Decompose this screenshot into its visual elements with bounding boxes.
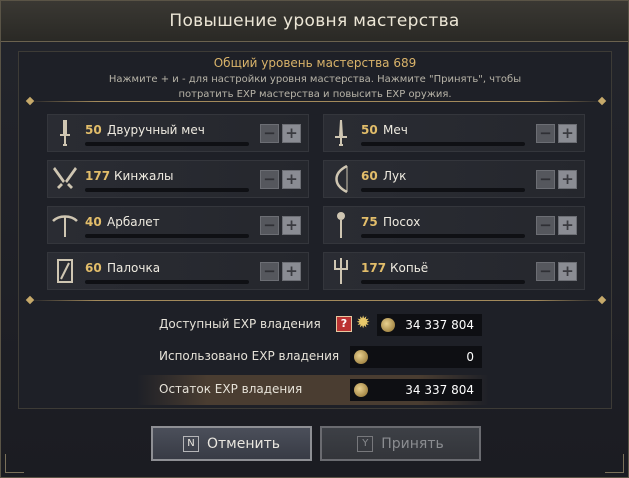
weapon-level: 177	[85, 169, 111, 183]
daggers-icon	[51, 165, 79, 193]
coin-icon	[381, 318, 395, 332]
weapon-exp-bar	[361, 234, 525, 238]
used-exp-label: Использовано EXP владения	[159, 349, 340, 363]
weapon-row-spear: 177 Копьё − +	[323, 252, 585, 290]
increase-button[interactable]: +	[282, 124, 301, 143]
wand-icon	[51, 257, 79, 285]
weapon-row-wand: 60 Палочка − +	[47, 252, 309, 290]
increase-button[interactable]: +	[282, 170, 301, 189]
help-button[interactable]: ?	[336, 316, 352, 332]
weapon-level: 50	[85, 123, 102, 137]
title-bar[interactable]: Повышение уровня мастерства	[1, 1, 628, 42]
weapon-exp-bar	[85, 142, 249, 146]
mastery-panel: Общий уровень мастерства 689 Нажмите + и…	[18, 51, 612, 409]
sword-icon	[327, 119, 355, 147]
weapon-row-bow: 60 Лук − +	[323, 160, 585, 198]
remaining-exp-value: 34 337 804	[405, 383, 474, 397]
increase-button[interactable]: +	[558, 124, 577, 143]
top-divider	[27, 101, 605, 102]
available-exp-label: Доступный EXP владения	[159, 317, 321, 331]
weapon-name: Меч	[383, 123, 408, 137]
decrease-button[interactable]: −	[536, 124, 555, 143]
remaining-exp-label: Остаток EXP владения	[159, 382, 303, 396]
accept-label: Принять	[381, 435, 444, 452]
increase-button[interactable]: +	[282, 262, 301, 281]
weapon-exp-bar	[85, 280, 249, 284]
weapon-exp-bar	[361, 280, 525, 284]
weapon-exp-bar	[85, 234, 249, 238]
weapon-name: Кинжалы	[114, 169, 174, 183]
bow-icon	[327, 165, 355, 193]
decrease-button[interactable]: −	[260, 262, 279, 281]
coin-icon	[354, 383, 368, 397]
decrease-button[interactable]: −	[536, 216, 555, 235]
weapon-level: 75	[361, 215, 378, 229]
crossbow-icon	[51, 211, 79, 239]
cancel-hotkey: N	[182, 435, 199, 452]
weapon-exp-bar	[85, 188, 249, 192]
coin-icon	[354, 350, 368, 364]
weapon-level: 60	[85, 261, 102, 275]
weapon-name: Лук	[383, 169, 407, 183]
available-exp-row: Доступный EXP владения ? ✹ 34 337 804	[137, 310, 489, 340]
increase-button[interactable]: +	[558, 216, 577, 235]
weapon-row-greatsword: 50 Двуручный меч − +	[47, 114, 309, 152]
cancel-label: Отменить	[206, 435, 280, 452]
weapon-row-staff: 75 Посох − +	[323, 206, 585, 244]
weapon-name: Копьё	[390, 261, 429, 275]
frame-corner	[605, 454, 624, 473]
increase-button[interactable]: +	[558, 262, 577, 281]
sun-icon: ✹	[356, 313, 371, 333]
weapon-row-crossbow: 40 Арбалет − +	[47, 206, 309, 244]
spear-icon	[327, 257, 355, 285]
accept-button[interactable]: Y Принять	[320, 426, 481, 461]
available-exp-box: 34 337 804	[377, 314, 482, 336]
weapon-level: 60	[361, 169, 378, 183]
increase-button[interactable]: +	[558, 170, 577, 189]
mastery-window: Повышение уровня мастерства Общий уровен…	[0, 0, 629, 478]
weapon-row-sword: 50 Меч − +	[323, 114, 585, 152]
decrease-button[interactable]: −	[260, 170, 279, 189]
remaining-exp-box: 34 337 804	[350, 379, 482, 401]
staff-icon	[327, 211, 355, 239]
decrease-button[interactable]: −	[536, 170, 555, 189]
window-title: Повышение уровня мастерства	[169, 11, 460, 31]
weapon-name: Посох	[383, 215, 421, 229]
used-exp-box: 0	[350, 346, 482, 368]
decrease-button[interactable]: −	[260, 124, 279, 143]
frame-corner	[5, 454, 24, 473]
weapon-level: 50	[361, 123, 378, 137]
weapon-row-daggers: 177 Кинжалы − +	[47, 160, 309, 198]
weapon-level: 177	[361, 261, 387, 275]
bottom-divider	[27, 300, 605, 301]
remaining-exp-row: Остаток EXP владения 34 337 804	[137, 375, 489, 405]
weapon-exp-bar	[361, 142, 525, 146]
increase-button[interactable]: +	[282, 216, 301, 235]
accept-hotkey: Y	[357, 435, 374, 452]
cancel-button[interactable]: N Отменить	[151, 426, 312, 461]
instruction-line-2: потратить EXP мастерства и повысить EXP …	[178, 89, 452, 100]
total-mastery-label: Общий уровень мастерства 689	[213, 56, 417, 70]
used-exp-value: 0	[466, 350, 474, 364]
weapon-level: 40	[85, 215, 102, 229]
instruction-line-1: Нажмите + и - для настройки уровня масте…	[108, 74, 522, 85]
available-exp-value: 34 337 804	[405, 318, 474, 332]
weapon-name: Двуручный меч	[107, 123, 205, 137]
weapon-exp-bar	[361, 188, 525, 192]
greatsword-icon	[51, 119, 79, 147]
weapon-name: Арбалет	[107, 215, 160, 229]
decrease-button[interactable]: −	[260, 216, 279, 235]
used-exp-row: Использовано EXP владения 0	[137, 342, 489, 372]
decrease-button[interactable]: −	[536, 262, 555, 281]
weapon-name: Палочка	[107, 261, 161, 275]
panel-header: Общий уровень мастерства 689 Нажмите + и…	[19, 55, 611, 101]
